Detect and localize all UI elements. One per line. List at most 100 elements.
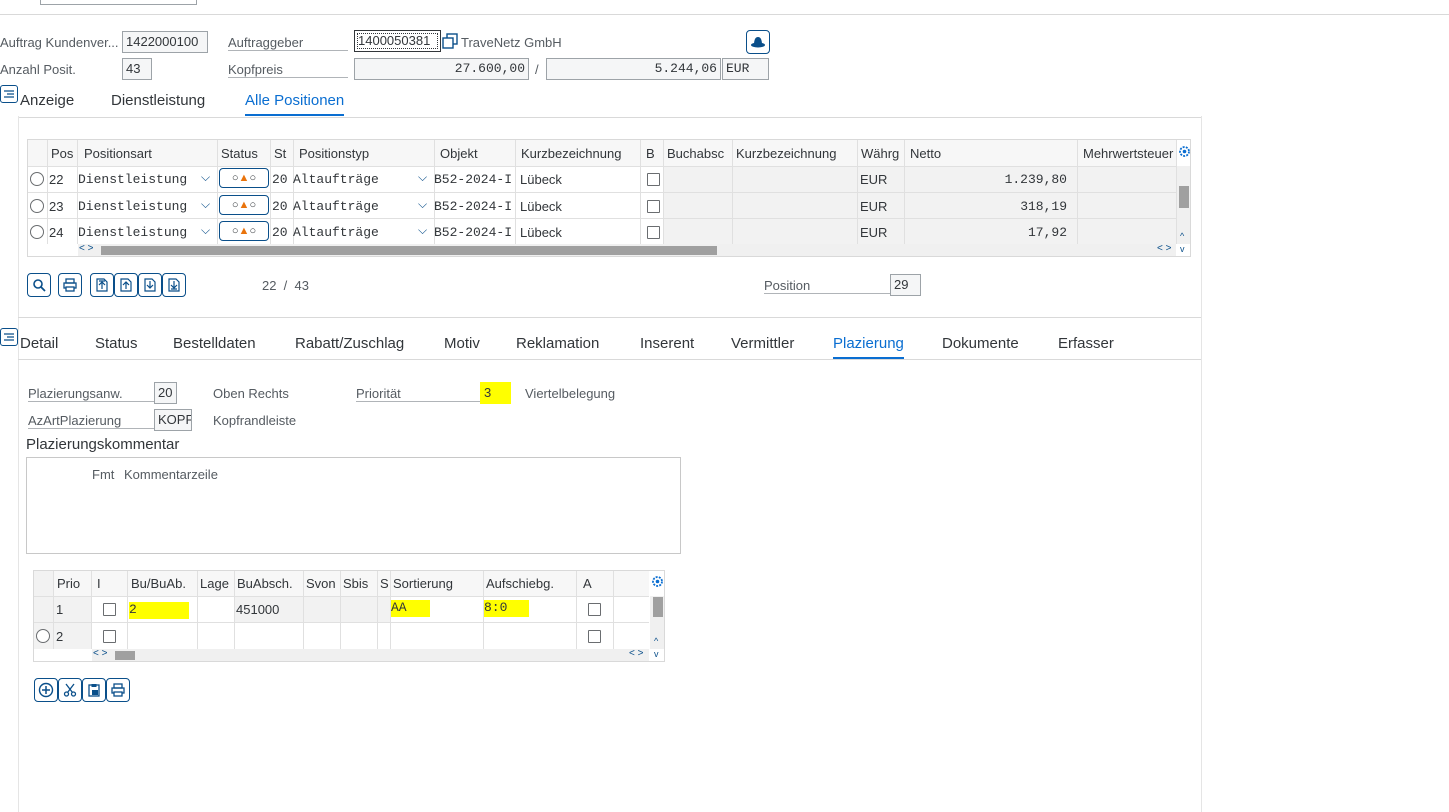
col-pos[interactable]: Pos (51, 146, 73, 161)
row-checkbox[interactable] (647, 226, 660, 239)
horizontal-scrollbar[interactable] (92, 649, 649, 661)
hat-icon[interactable] (746, 30, 770, 54)
row-checkbox[interactable] (588, 603, 601, 616)
col-kurzbezeichnung-2[interactable]: Kurzbezeichnung (736, 146, 836, 161)
col-status[interactable]: Status (221, 146, 258, 161)
last-page-icon[interactable] (162, 273, 186, 297)
scroll-up-icon[interactable]: ^ (1180, 231, 1184, 241)
tab-dienstleistung[interactable]: Dienstleistung (111, 90, 205, 116)
position-field[interactable]: 29 (890, 274, 921, 296)
status-button[interactable]: ○▲○ (219, 195, 269, 215)
col-svon[interactable]: Svon (306, 576, 336, 591)
status-button[interactable]: ○▲○ (219, 221, 269, 241)
col-prio[interactable]: Prio (57, 576, 80, 591)
col-objekt[interactable]: Objekt (440, 146, 478, 161)
kopfpreis-field-2[interactable]: 5.244,06 (546, 58, 721, 80)
paste-icon[interactable] (82, 678, 106, 702)
row-select-radio[interactable] (30, 199, 44, 213)
scroll-right-icon[interactable]: < > (1157, 243, 1171, 254)
auftrag-field[interactable]: 1422000100 (122, 31, 208, 53)
cell-aufschiebg[interactable]: 8:0 (484, 600, 529, 617)
auftraggeber-field[interactable]: 1400050381 (354, 30, 441, 52)
row-checkbox[interactable] (103, 603, 116, 616)
next-page-icon[interactable] (138, 273, 162, 297)
search-icon[interactable] (27, 273, 51, 297)
cell-positionstyp[interactable]: Altaufträge (293, 225, 379, 240)
tab-bestelldaten[interactable]: Bestelldaten (173, 333, 256, 359)
col-i[interactable]: I (97, 576, 101, 591)
scroll-down-icon[interactable]: v (654, 649, 659, 659)
col-sortierung[interactable]: Sortierung (393, 576, 453, 591)
tab-motiv[interactable]: Motiv (444, 333, 480, 359)
chevron-down-icon[interactable]: ⌵ (418, 197, 427, 212)
col-lage[interactable]: Lage (200, 576, 229, 591)
tab-erfasser[interactable]: Erfasser (1058, 333, 1114, 359)
tab-detail[interactable]: Detail (20, 333, 58, 359)
table-settings-icon[interactable] (651, 575, 664, 588)
vertical-scroll-thumb[interactable] (653, 597, 663, 617)
tab-status[interactable]: Status (95, 333, 138, 359)
horizontal-scroll-thumb[interactable] (101, 246, 717, 255)
tab-vermittler[interactable]: Vermittler (731, 333, 794, 359)
col-positionstyp[interactable]: Positionstyp (299, 146, 369, 161)
col-buabsch[interactable]: BuAbsch. (237, 576, 293, 591)
print-icon[interactable] (58, 273, 82, 297)
tab-dokumente[interactable]: Dokumente (942, 333, 1019, 359)
tab-rabatt-zuschlag[interactable]: Rabatt/Zuschlag (295, 333, 404, 359)
col-waehrg[interactable]: Währg (861, 146, 899, 161)
chevron-down-icon[interactable]: ⌵ (201, 170, 210, 185)
tab-list-icon[interactable] (0, 328, 18, 346)
tab-reklamation[interactable]: Reklamation (516, 333, 599, 359)
col-kurzbezeichnung[interactable]: Kurzbezeichnung (521, 146, 621, 161)
row-checkbox[interactable] (647, 173, 660, 186)
prioritaet-field[interactable]: 3 (480, 382, 511, 404)
col-a[interactable]: A (583, 576, 592, 591)
chevron-down-icon[interactable]: ⌵ (418, 223, 427, 238)
col-st[interactable]: St (274, 146, 286, 161)
tab-anzeige[interactable]: Anzeige (20, 90, 74, 116)
col-mehrwertsteuer[interactable]: Mehrwertsteuer (1083, 146, 1176, 161)
scroll-down-icon[interactable]: v (1180, 244, 1185, 254)
cell-positionstyp[interactable]: Altaufträge (293, 172, 379, 187)
horizontal-scroll-thumb[interactable] (115, 651, 135, 660)
azartplazierung-field[interactable]: KOPF (154, 409, 192, 431)
chevron-down-icon[interactable]: ⌵ (201, 223, 210, 238)
add-row-icon[interactable] (34, 678, 58, 702)
row-checkbox[interactable] (103, 630, 116, 643)
cell-positionsart[interactable]: Dienstleistung (78, 172, 187, 187)
row-select-radio[interactable] (30, 172, 44, 186)
cut-icon[interactable] (58, 678, 82, 702)
row-select-radio[interactable] (36, 629, 50, 643)
scroll-right-icon[interactable]: < > (629, 648, 643, 659)
cell-positionstyp[interactable]: Altaufträge (293, 199, 379, 214)
col-s[interactable]: S (380, 576, 389, 591)
currency-field[interactable]: EUR (722, 58, 769, 80)
row-checkbox[interactable] (588, 630, 601, 643)
vertical-scroll-thumb[interactable] (1179, 186, 1189, 208)
status-button[interactable]: ○▲○ (219, 168, 269, 188)
first-page-icon[interactable] (90, 273, 114, 297)
cell-positionsart[interactable]: Dienstleistung (78, 225, 187, 240)
print-icon[interactable] (106, 678, 130, 702)
anzahl-field[interactable]: 43 (122, 58, 152, 80)
chevron-down-icon[interactable]: ⌵ (201, 197, 210, 212)
cell-sortierung[interactable]: AA (391, 600, 430, 617)
tab-inserent[interactable]: Inserent (640, 333, 694, 359)
copy-icon[interactable] (442, 33, 459, 50)
tab-alle-positionen[interactable]: Alle Positionen (245, 90, 345, 116)
kopfpreis-field[interactable]: 27.600,00 (354, 58, 529, 80)
col-buchabsc[interactable]: Buchabsc (667, 146, 724, 161)
tab-plazierung[interactable]: Plazierung (833, 333, 904, 359)
col-bu-buab[interactable]: Bu/BuAb. (131, 576, 186, 591)
scroll-left-right-icon[interactable]: < > (79, 243, 93, 254)
col-b[interactable]: B (646, 146, 655, 161)
scroll-up-icon[interactable]: ^ (654, 636, 658, 646)
col-netto[interactable]: Netto (910, 146, 941, 161)
table-settings-icon[interactable] (1178, 145, 1191, 158)
top-clipped-field[interactable] (40, 0, 197, 5)
col-aufschiebg[interactable]: Aufschiebg. (486, 576, 554, 591)
cell-positionsart[interactable]: Dienstleistung (78, 199, 187, 214)
plazierungsanw-field[interactable]: 20 (154, 382, 177, 404)
tab-list-icon[interactable] (0, 85, 18, 103)
col-sbis[interactable]: Sbis (343, 576, 368, 591)
